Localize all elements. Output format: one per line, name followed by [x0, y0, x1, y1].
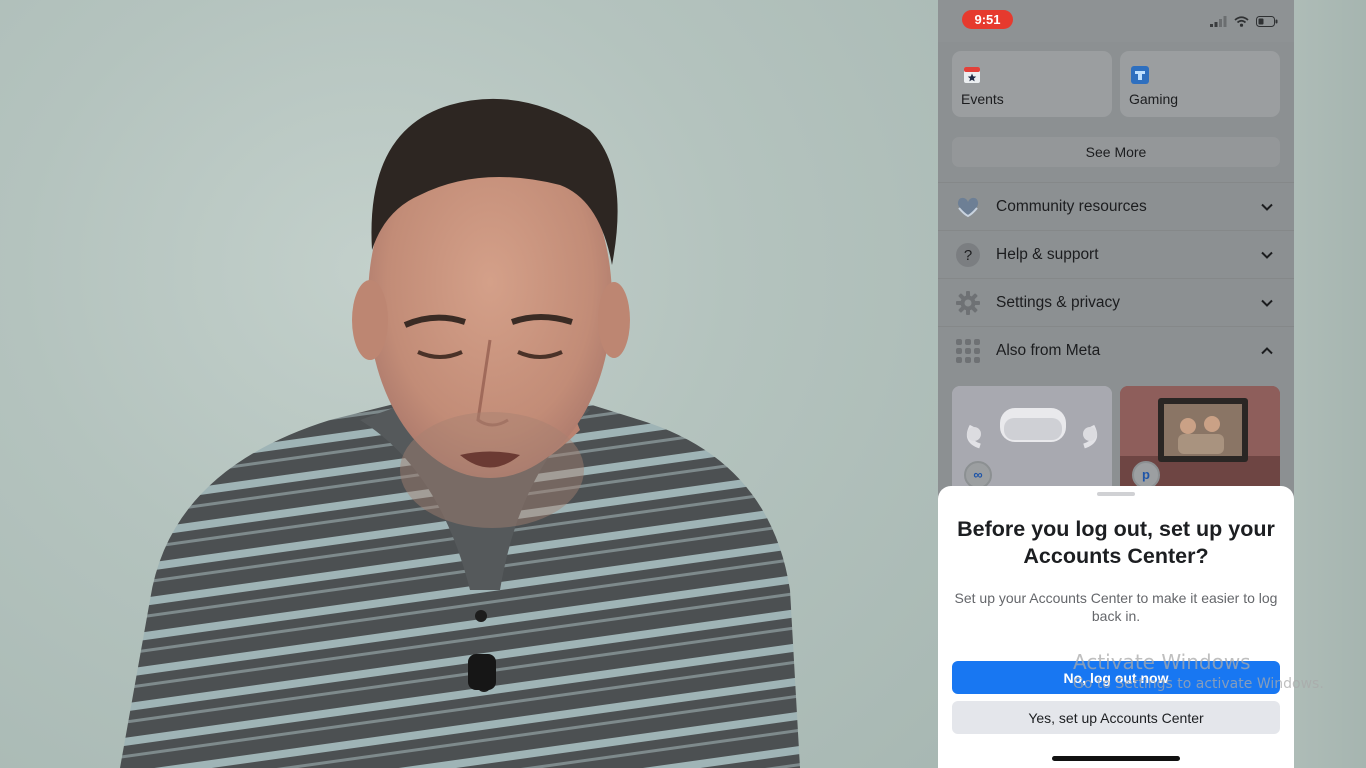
status-icons	[1210, 14, 1278, 28]
sheet-grabber[interactable]	[1097, 492, 1135, 496]
menu-item-label: Settings & privacy	[996, 294, 1121, 311]
divider	[938, 326, 1294, 327]
gear-icon	[956, 291, 980, 315]
setup-accounts-center-button[interactable]: Yes, set up Accounts Center	[952, 701, 1280, 734]
dialog-title: Before you log out, set up your Accounts…	[957, 517, 1275, 568]
chevron-up-icon	[1261, 347, 1273, 355]
menu-item-settings-privacy[interactable]: Settings & privacy	[938, 280, 1294, 326]
dialog-description: Set up your Accounts Center to make it e…	[954, 590, 1278, 624]
calendar-star-icon	[964, 67, 980, 83]
signal-icon	[1210, 15, 1227, 27]
divider	[938, 182, 1294, 183]
menu-item-also-from-meta[interactable]: Also from Meta	[938, 328, 1294, 374]
status-bar: 9:51	[938, 0, 1294, 42]
activate-windows-watermark: Activate Windows	[1073, 650, 1251, 674]
menu-item-label: Help & support	[996, 246, 1099, 263]
video-frame	[0, 0, 938, 768]
heart-hands-icon	[957, 197, 979, 218]
shortcut-gaming[interactable]: Gaming	[1120, 51, 1280, 117]
battery-icon	[1256, 15, 1278, 27]
svg-text:?: ?	[964, 247, 972, 264]
gaming-icon	[1131, 66, 1149, 84]
chevron-down-icon	[1261, 203, 1273, 211]
menu-item-community-resources[interactable]: Community resources	[938, 184, 1294, 230]
menu-item-label: Also from Meta	[996, 342, 1101, 359]
chevron-down-icon	[1261, 251, 1273, 259]
home-indicator	[1052, 756, 1180, 761]
menu-item-help-support[interactable]: ? Help & support	[938, 232, 1294, 278]
grid-icon	[956, 339, 980, 363]
meta-app-card-quest[interactable]: ∞	[952, 386, 1112, 486]
question-icon: ?	[956, 243, 980, 267]
shortcut-events[interactable]: Events	[952, 51, 1112, 117]
divider	[938, 230, 1294, 231]
meta-logo-icon: ∞	[964, 461, 992, 486]
divider	[938, 278, 1294, 279]
activate-windows-subtitle: Go to Settings to activate Windows.	[1073, 676, 1324, 692]
menu-item-label: Community resources	[996, 198, 1147, 215]
presenter-image	[120, 98, 800, 768]
shortcut-label: Events	[961, 91, 1004, 107]
wifi-icon	[1234, 15, 1249, 27]
meta-app-card-portal[interactable]: p	[1120, 386, 1280, 486]
chevron-down-icon	[1261, 299, 1273, 307]
portal-logo-icon: p	[1132, 461, 1160, 486]
background-gutter	[1294, 0, 1366, 768]
shortcut-label: Gaming	[1129, 91, 1179, 107]
logout-bottom-sheet: Before you log out, set up your Accounts…	[938, 486, 1294, 768]
status-time: 9:51	[962, 10, 1013, 29]
see-more-button[interactable]: See More	[952, 137, 1280, 167]
